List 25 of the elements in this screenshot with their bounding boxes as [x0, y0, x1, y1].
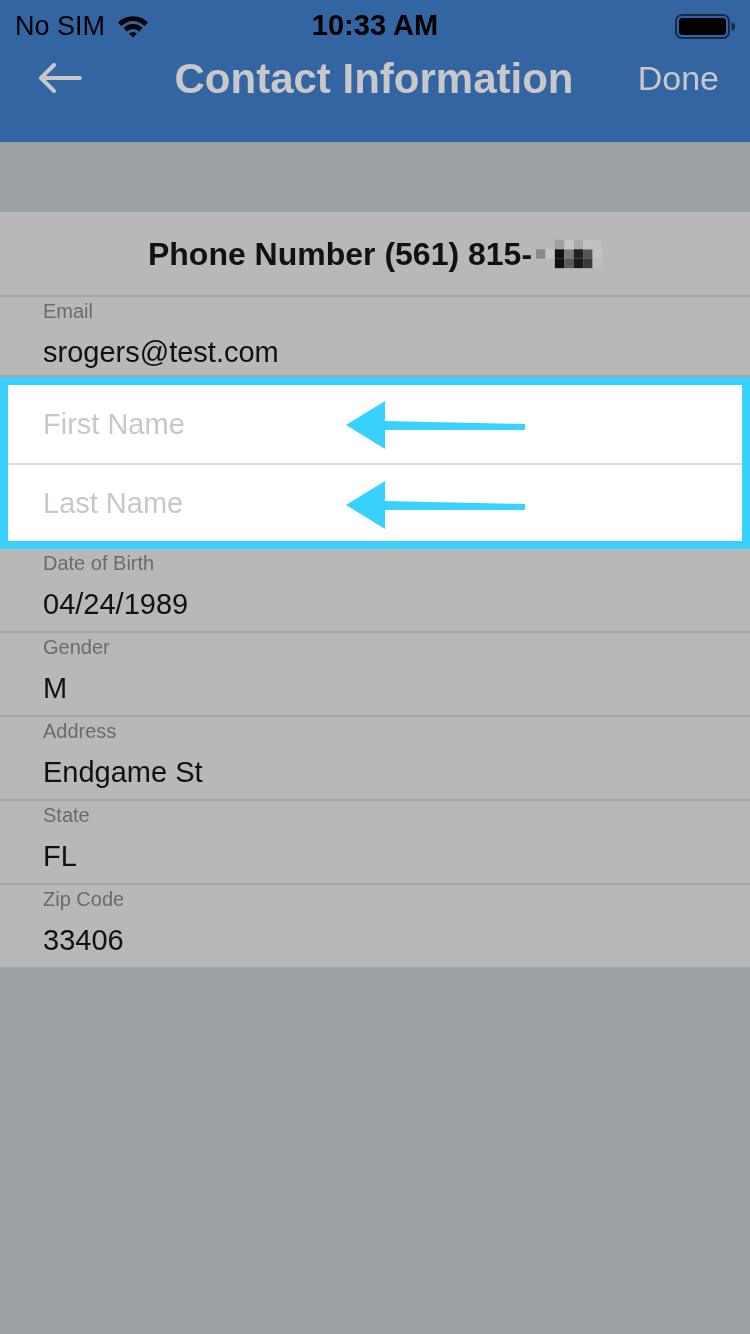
- arrow-icon: [345, 400, 527, 450]
- wifi-icon: [117, 14, 150, 38]
- back-arrow-icon: [38, 63, 82, 93]
- name-input-field[interactable]: First Name: [8, 385, 742, 465]
- done-button[interactable]: Done: [637, 52, 719, 104]
- field-label: Email: [43, 299, 93, 323]
- screen-title: Contact Information: [174, 53, 574, 104]
- arrow-icon: [345, 480, 527, 530]
- field-value: 33406: [43, 923, 124, 957]
- field-label: Date of Birth: [43, 551, 155, 575]
- field-value: Endgame St: [43, 755, 203, 789]
- field-value: FL: [43, 839, 77, 873]
- field-label: Gender: [43, 635, 110, 659]
- name-input-field[interactable]: Last Name: [8, 465, 742, 541]
- field-label: Zip Code: [43, 887, 125, 911]
- field-value: M: [43, 671, 68, 705]
- field-label: State: [43, 803, 90, 827]
- field-value: srogers@test.com: [43, 335, 279, 369]
- battery-icon: [675, 13, 735, 39]
- field-label: Address: [43, 719, 117, 743]
- back-button[interactable]: [38, 63, 82, 93]
- clock-text: 10:33 AM: [311, 8, 439, 44]
- phone-number-text: Phone Number (561) 815-: [147, 234, 533, 274]
- carrier-text: No SIM: [15, 9, 106, 43]
- field-value: 04/24/1989: [43, 587, 189, 621]
